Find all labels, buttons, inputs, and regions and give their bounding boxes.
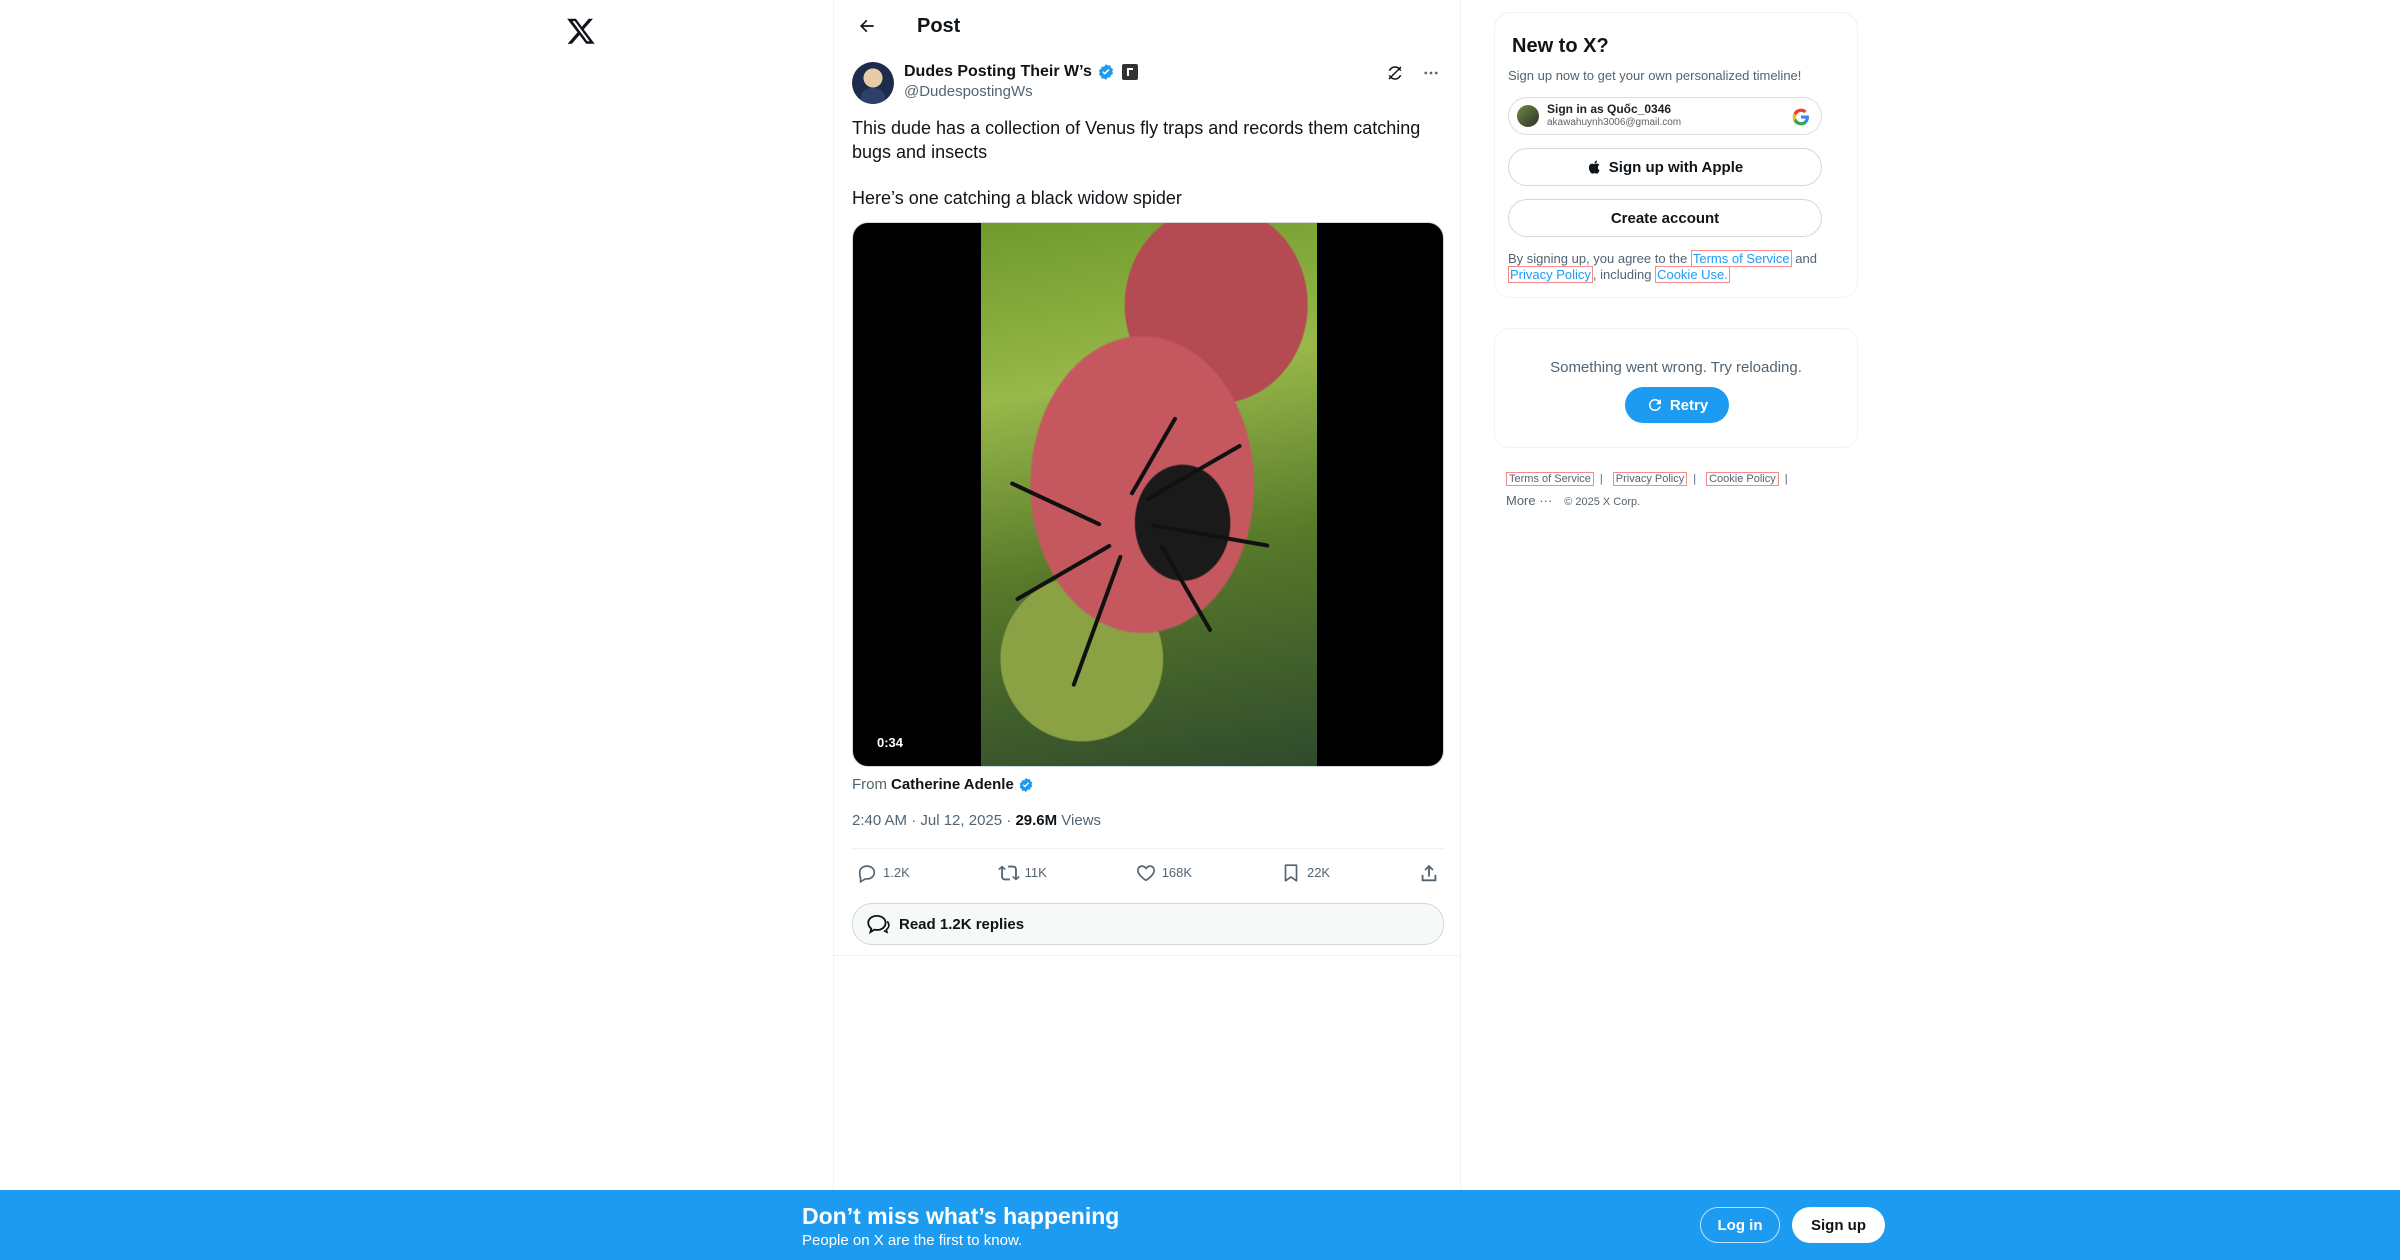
spider-leg: [1150, 523, 1270, 548]
verified-badge-icon: [1019, 777, 1033, 792]
footer-terms-link[interactable]: Terms of Service: [1506, 472, 1594, 486]
share-button[interactable]: [1418, 862, 1440, 884]
signup-card: New to X? Sign up now to get your own pe…: [1494, 12, 1858, 298]
post-text-line-1: This dude has a collection of Venus fly …: [852, 118, 1421, 162]
signup-subtitle: Sign up now to get your own personalized…: [1508, 68, 1802, 83]
google-signin-button[interactable]: Sign in as Quốc_0346 akawahuynh3006@gmai…: [1508, 97, 1822, 135]
post-header: Post: [834, 0, 1460, 52]
legal-notice: By signing up, you agree to the Terms of…: [1508, 250, 1844, 283]
page-title: Post: [917, 14, 961, 37]
author-handle[interactable]: @DudespostingWs: [904, 83, 1033, 100]
like-button[interactable]: 168K: [1135, 862, 1192, 884]
cookie-use-link[interactable]: Cookie Use.: [1655, 266, 1730, 283]
spider-leg: [1159, 544, 1213, 633]
read-replies-button[interactable]: Read 1.2K replies: [852, 903, 1444, 945]
create-account-button[interactable]: Create account: [1508, 199, 1822, 237]
back-arrow-icon[interactable]: [850, 9, 884, 43]
views-label: Views: [1057, 812, 1102, 829]
bookmark-count: 22K: [1306, 865, 1331, 880]
repost-icon: [997, 865, 1020, 880]
signup-title: New to X?: [1512, 35, 1609, 57]
retry-label: Retry: [1669, 396, 1709, 414]
error-card: Something went wrong. Try reloading. Ret…: [1494, 328, 1858, 448]
login-button[interactable]: Log in: [1700, 1207, 1780, 1243]
footer-separator: |: [1599, 473, 1603, 485]
post-timestamp[interactable]: 2:40 AM · Jul 12, 2025 ·: [852, 812, 1015, 829]
reply-button[interactable]: 1.2K: [856, 862, 910, 884]
terms-link[interactable]: Terms of Service: [1690, 250, 1792, 267]
banner-title: Don’t miss what’s happening: [802, 1203, 1120, 1229]
apple-signup-button[interactable]: Sign up with Apple: [1508, 148, 1822, 186]
right-sidebar: New to X? Sign up now to get your own pe…: [1494, 12, 1858, 513]
author-row: Dudes Posting Their W’s @DudespostingWs: [852, 60, 1444, 104]
author-name-group[interactable]: Dudes Posting Their W’s: [904, 63, 1138, 81]
source-author-name[interactable]: Catherine Adenle: [891, 776, 1014, 793]
legal-and: and: [1791, 251, 1817, 266]
reply-count: 1.2K: [883, 865, 910, 880]
footer-links: Terms of Service | Privacy Policy | Cookie P…: [1506, 468, 1858, 513]
error-message: Something went wrong. Try reloading.: [1550, 359, 1802, 376]
post-text-line-2: Here’s one catching a black widow spider: [852, 188, 1182, 208]
video-frame[interactable]: [981, 223, 1317, 766]
reply-icon: [858, 864, 876, 883]
privacy-link[interactable]: Privacy Policy: [1508, 266, 1593, 283]
spider-leg: [1014, 543, 1112, 602]
footer-copyright: © 2025 X Corp.: [1564, 496, 1641, 508]
chat-bubbles-icon: [867, 914, 890, 935]
post-column: Post Dudes Posting Their W’s @Dudesposti…: [833, 0, 1461, 1190]
post-meta: 2:40 AM · Jul 12, 2025 · 29.6M Views: [852, 812, 1101, 829]
heart-icon: [1136, 864, 1155, 881]
affiliate-badge-icon: [1121, 64, 1138, 80]
google-account-info: Sign in as Quốc_0346 akawahuynh3006@gmai…: [1547, 103, 1681, 129]
video-player[interactable]: 0:34: [852, 222, 1444, 767]
apple-logo-icon: [1588, 160, 1600, 174]
refresh-icon: [1648, 398, 1661, 411]
avatar[interactable]: [852, 62, 894, 104]
post-text: This dude has a collection of Venus fly …: [852, 116, 1444, 232]
spider-leg: [1145, 443, 1243, 502]
google-logo-icon: [1792, 108, 1809, 126]
create-account-label: Create account: [1610, 209, 1720, 227]
footer-separator: |: [1693, 473, 1697, 485]
footer-separator: |: [1784, 473, 1788, 485]
like-count: 168K: [1161, 865, 1193, 880]
repost-count: 11K: [1024, 865, 1047, 880]
video-duration: 0:34: [873, 733, 908, 752]
apple-signup-label: Sign up with Apple: [1608, 158, 1744, 176]
footer-more-link[interactable]: More ···: [1506, 493, 1552, 508]
source-attribution: From Catherine Adenle: [852, 776, 1034, 793]
share-icon: [1421, 864, 1437, 881]
x-logo-icon[interactable]: [560, 10, 602, 52]
legal-including: , including: [1592, 267, 1656, 282]
more-options-icon[interactable]: [1418, 60, 1444, 86]
spider-leg: [1071, 554, 1123, 688]
footer-cookie-link[interactable]: Cookie Policy: [1706, 472, 1779, 486]
divider: [834, 955, 1460, 956]
bookmark-button[interactable]: 22K: [1280, 862, 1330, 884]
google-account-name: Sign in as Quốc_0346: [1547, 102, 1672, 116]
views-count: 29.6M: [1015, 812, 1058, 829]
read-replies-label: Read 1.2K replies: [899, 915, 1025, 933]
grok-icon[interactable]: [1382, 60, 1408, 86]
spider-leg: [1009, 480, 1102, 527]
retry-button[interactable]: Retry: [1625, 387, 1729, 423]
banner-subtitle: People on X are the first to know.: [802, 1232, 1023, 1249]
footer-privacy-link[interactable]: Privacy Policy: [1612, 472, 1688, 486]
signup-button[interactable]: Sign up: [1792, 1207, 1885, 1243]
from-prefix: From: [852, 776, 887, 793]
verified-badge-icon: [1098, 64, 1113, 80]
google-account-email: akawahuynh3006@gmail.com: [1547, 117, 1682, 128]
bottom-signup-banner: Don’t miss what’s happening People on X …: [0, 1190, 2400, 1260]
author-name[interactable]: Dudes Posting Their W’s: [904, 63, 1092, 81]
action-bar: 1.2K 11K 168K 22K: [852, 848, 1444, 896]
legal-prefix: By signing up, you agree to the: [1508, 251, 1691, 266]
repost-button[interactable]: 11K: [997, 862, 1047, 884]
google-account-avatar: [1517, 105, 1539, 127]
bookmark-icon: [1284, 863, 1298, 882]
